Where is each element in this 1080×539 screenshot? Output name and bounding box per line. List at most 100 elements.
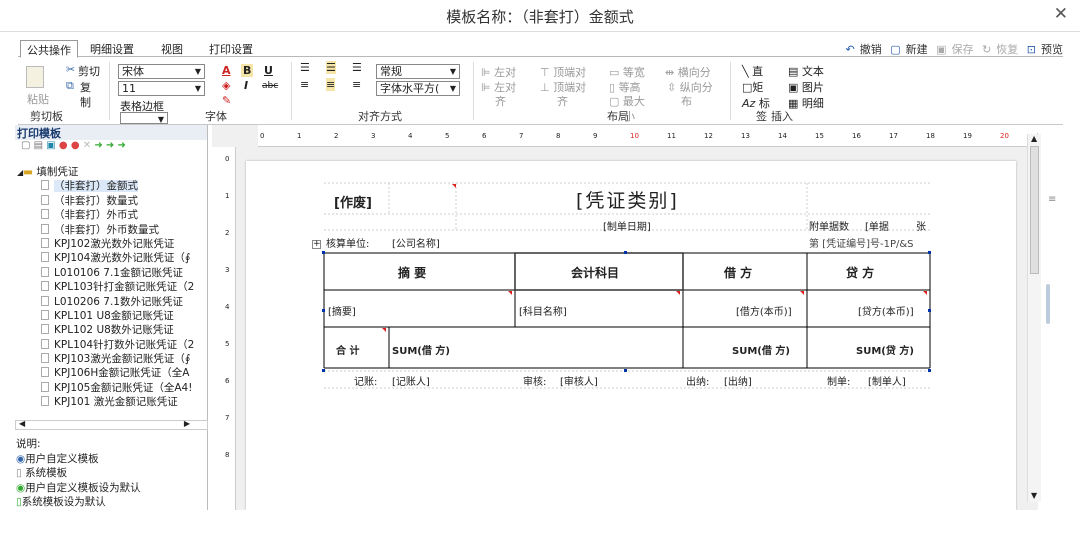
align-top-button[interactable]: ⊤ 顶端对 — [540, 64, 586, 80]
save-button[interactable]: 保存 — [952, 43, 974, 56]
maker-label[interactable]: 制单: — [827, 373, 850, 388]
copy-icon[interactable]: ⧉ — [66, 79, 74, 93]
panel-grip-icon[interactable]: ≡ — [1048, 194, 1056, 205]
align-center-icon[interactable]: ≡ — [326, 78, 336, 91]
insert-text-button[interactable]: ▤ 文本 — [788, 63, 824, 79]
voucher-no-field[interactable]: 第 [凭证编号]号-1P/&S — [809, 235, 914, 250]
copy-button[interactable]: 复 — [80, 79, 91, 95]
insert-image-button[interactable]: ▣ 图片 — [788, 79, 824, 95]
eraser-icon[interactable]: ✎ — [222, 94, 231, 107]
move-handle-icon[interactable]: + — [312, 240, 321, 249]
debit-field[interactable]: [借方(本币)] — [736, 303, 792, 318]
strike-button[interactable]: abc — [262, 81, 278, 91]
cashier-field[interactable]: [出纳] — [724, 373, 752, 388]
scroll-down-icon[interactable]: ▼ — [1031, 491, 1037, 500]
preview-icon[interactable]: ⊡ — [1027, 43, 1036, 56]
summary-field[interactable]: [摘要] — [328, 303, 356, 318]
selection-handle[interactable] — [624, 251, 627, 254]
header-summary[interactable]: 摘 要 — [398, 264, 426, 281]
text-direction-select[interactable]: 字体水平方(▼ — [376, 81, 460, 96]
attach-label[interactable]: 附单据数 — [809, 218, 849, 233]
tree-item[interactable]: KPJ106H金额记账凭证（全A — [15, 366, 208, 380]
canvas-vscrollbar[interactable]: ▲ ▼ — [1027, 134, 1041, 502]
selection-handle[interactable] — [322, 309, 325, 312]
selection-handle[interactable] — [322, 369, 325, 372]
new-icon[interactable]: ▢ — [890, 43, 900, 56]
export-icon[interactable]: ▣ — [46, 140, 55, 151]
paste-icon[interactable] — [26, 66, 44, 88]
delete2-icon[interactable]: ● — [71, 140, 80, 151]
bookkeeper-field[interactable]: [记账人] — [392, 373, 430, 388]
header-debit[interactable]: 借 方 — [724, 264, 752, 281]
undo-button[interactable]: 撤销 — [860, 43, 882, 56]
align-middle-icon[interactable]: ☰ — [326, 61, 336, 74]
insert-detail-button[interactable]: ▦ 明细 — [788, 95, 824, 111]
sum-credit[interactable]: SUM(贷 方) — [856, 342, 914, 357]
arrow-right2-icon[interactable]: ➜ — [106, 140, 114, 151]
total-label[interactable]: 合 计 — [336, 342, 359, 357]
tree-item[interactable]: KPL102 U8数外记账凭证 — [15, 323, 208, 337]
font-color-icon[interactable]: A — [222, 64, 231, 77]
tab-view[interactable]: 视图 — [155, 40, 189, 57]
font-size-select[interactable]: 11 ▼ — [118, 81, 205, 96]
tree-item[interactable]: KPJ101 激光金额记账凭证 — [15, 395, 208, 409]
equal-width-button[interactable]: ▭ 等宽 — [609, 64, 645, 80]
scroll-left-icon[interactable]: ◀ — [19, 419, 25, 428]
align-top-icon[interactable]: ☰ — [300, 61, 310, 74]
tab-print-settings[interactable]: 打印设置 — [203, 40, 259, 57]
tab-detail-settings[interactable]: 明细设置 — [84, 40, 140, 57]
tree-item[interactable]: L010106 7.1金额记账凭证 — [15, 266, 208, 280]
splitter-handle[interactable] — [1046, 284, 1050, 324]
scroll-thumb[interactable] — [1030, 146, 1039, 274]
preview-button[interactable]: 预览 — [1041, 43, 1063, 56]
italic-button[interactable]: I — [244, 79, 248, 92]
account-field[interactable]: [科目名称] — [519, 303, 567, 318]
unit-field[interactable]: [公司名称] — [392, 235, 440, 250]
selection-handle[interactable] — [928, 309, 931, 312]
unit-label[interactable]: 核算单位: — [326, 235, 369, 250]
bookkeeper-label[interactable]: 记账: — [354, 373, 377, 388]
arrow-right-icon[interactable]: ➜ — [94, 140, 102, 151]
undo-icon[interactable]: ↶ — [846, 43, 855, 56]
auditor-field[interactable]: [审核人] — [560, 373, 598, 388]
date-field[interactable]: [制单日期] — [603, 218, 651, 233]
maker-field[interactable]: [制单人] — [868, 373, 906, 388]
tree-item[interactable]: KPL104针打数外记账凭证（2 — [15, 338, 208, 352]
align-right-icon[interactable]: ≡ — [352, 78, 361, 91]
tree-item[interactable]: （非套打）金额式 — [15, 179, 208, 193]
save-icon[interactable]: ▣ — [936, 43, 946, 56]
auditor-label[interactable]: 审核: — [523, 373, 546, 388]
align-left-icon[interactable]: ≡ — [300, 78, 309, 91]
new-icon[interactable]: ▢ — [21, 140, 30, 151]
arrow-down-icon[interactable]: ➜ — [118, 140, 126, 151]
tree-item[interactable]: KPJ104激光数外记账凭证（∮ — [15, 251, 208, 265]
tree-item[interactable]: KPJ105金额记账凭证（全A4! — [15, 381, 208, 395]
hdist-button[interactable]: ⇹ 横向分 — [665, 64, 711, 80]
delete-icon[interactable]: ● — [59, 140, 68, 151]
restore-button[interactable]: 恢复 — [996, 43, 1018, 56]
zhang-label[interactable]: 张 — [916, 218, 926, 233]
tree-item[interactable]: （非套打）外币式 — [15, 208, 208, 222]
void-field[interactable]: [作废] — [334, 192, 372, 211]
bold-button[interactable]: B — [241, 64, 254, 77]
selection-handle[interactable] — [928, 369, 931, 372]
tab-common-ops[interactable]: 公共操作 — [20, 40, 78, 58]
tree-item[interactable]: KPJ103激光金额记账凭证（∮ — [15, 352, 208, 366]
open-icon[interactable]: ▤ — [34, 140, 43, 151]
header-credit[interactable]: 贷 方 — [846, 264, 874, 281]
selection-handle[interactable] — [624, 369, 627, 372]
align-bottom-icon[interactable]: ☰ — [352, 61, 362, 74]
cashier-label[interactable]: 出纳: — [686, 373, 709, 388]
table-border-select[interactable]: ▼ — [120, 112, 168, 124]
text-style-select[interactable]: 常规 ▼ — [376, 64, 460, 79]
credit-field[interactable]: [贷方(本币)] — [858, 303, 914, 318]
close-icon[interactable]: ✕ — [1054, 4, 1068, 24]
tree-hscrollbar[interactable]: ◀ ▶ — [15, 419, 208, 430]
tree-item[interactable]: KPL101 U8金额记账凭证 — [15, 309, 208, 323]
cut-button[interactable]: 剪切 — [78, 63, 100, 79]
remove-icon[interactable]: ✕ — [83, 140, 91, 151]
tree-item[interactable]: KPL103针打金额记账凭证（2 — [15, 280, 208, 294]
insert-line-button[interactable]: ╲ 直 — [742, 63, 763, 79]
font-family-select[interactable]: 宋体 ▼ — [118, 64, 205, 79]
restore-icon[interactable]: ↻ — [982, 43, 991, 56]
